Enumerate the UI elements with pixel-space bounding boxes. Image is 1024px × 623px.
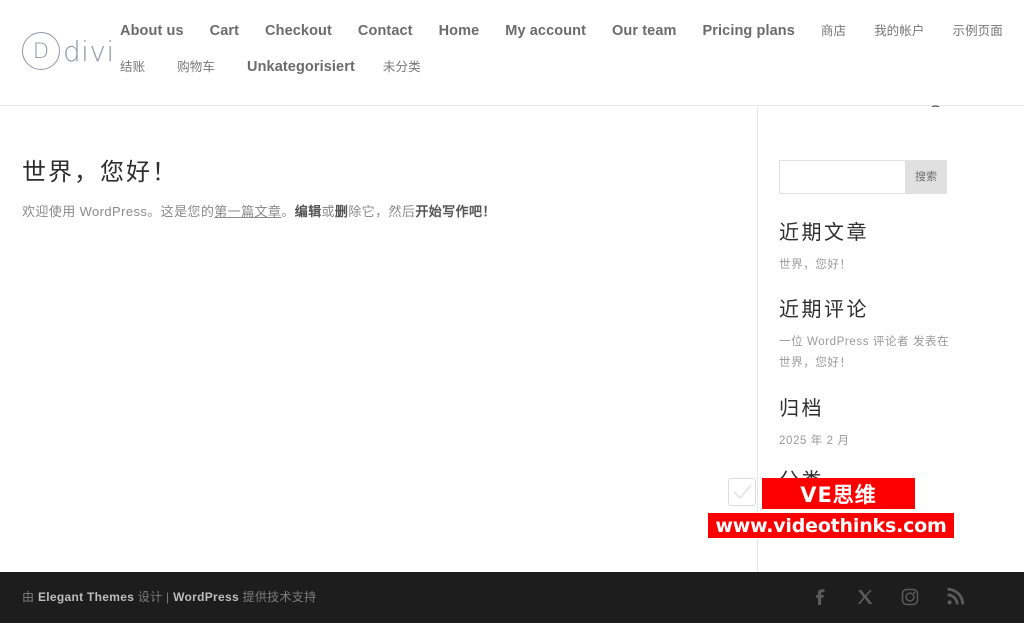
page-root: D divi About us Cart Checkout Contact Ho… xyxy=(0,0,1024,623)
divi-logo-mark: D xyxy=(22,32,60,70)
watermark-badge: VE思维 xyxy=(762,478,915,509)
post-excerpt: 欢迎使用 WordPress。这是您的第一篇文章。编辑或删除它，然后开始写作吧！ xyxy=(22,201,722,223)
footer-credit-mid: 设计 | xyxy=(134,590,174,604)
recent-comment-post[interactable]: 世界，您好！ xyxy=(779,353,994,374)
footer-social-links xyxy=(809,586,966,608)
excerpt-seg-2: 第一篇文章 xyxy=(214,204,282,219)
footer-credit-prefix: 由 xyxy=(22,590,38,604)
nav-row-1: About us Cart Checkout Contact Home My a… xyxy=(120,20,1003,39)
footer-credit: 由 Elegant Themes 设计 | WordPress 提供技术支持 xyxy=(22,588,316,605)
divi-logo-text: divi xyxy=(63,34,115,68)
nav-item-checkout[interactable]: Checkout xyxy=(265,23,332,39)
widget-archives: 归档 2025 年 2 月 xyxy=(779,392,994,452)
post-title[interactable]: 世界，您好！ xyxy=(22,152,722,187)
nav-item-pricing-plans[interactable]: Pricing plans xyxy=(703,23,795,39)
footer-credit-suffix: 提供技术支持 xyxy=(238,590,317,604)
nav-item-checkout-cn[interactable]: 结账 xyxy=(120,56,145,75)
footer-brand-wordpress[interactable]: WordPress xyxy=(173,590,239,604)
x-twitter-icon[interactable] xyxy=(854,586,876,608)
nav-item-sample-page-cn[interactable]: 示例页面 xyxy=(952,20,1002,39)
blog-post: 世界，您好！ 欢迎使用 WordPress。这是您的第一篇文章。编辑或删除它，然… xyxy=(22,152,722,223)
recent-comment-author[interactable]: 一位 WordPress 评论者 发表在 xyxy=(779,332,994,353)
excerpt-seg-7: 除它，然后 xyxy=(348,204,416,219)
search-submit-button[interactable]: 搜索 xyxy=(905,160,947,194)
search-input[interactable] xyxy=(779,160,905,194)
widget-title-recent-posts: 近期文章 xyxy=(779,220,869,244)
excerpt-seg-delete[interactable]: 删 xyxy=(335,204,348,219)
widget-title-archives: 归档 xyxy=(779,396,824,420)
site-footer: 由 Elegant Themes 设计 | WordPress 提供技术支持 xyxy=(0,572,1024,623)
nav-item-shop-cn[interactable]: 商店 xyxy=(821,20,846,39)
recent-post-link[interactable]: 世界，您好！ xyxy=(779,255,994,276)
facebook-icon[interactable] xyxy=(809,586,831,608)
excerpt-seg-edit[interactable]: 编辑 xyxy=(295,204,322,219)
primary-navigation: About us Cart Checkout Contact Home My a… xyxy=(120,20,1003,75)
main-content-column: 世界，您好！ 欢迎使用 WordPress。这是您的第一篇文章。编辑或删除它，然… xyxy=(0,107,757,572)
nav-item-cart-cn[interactable]: 购物车 xyxy=(177,56,215,75)
widget-recent-comments: 近期评论 一位 WordPress 评论者 发表在 世界，您好！ xyxy=(779,293,994,375)
nav-item-my-account[interactable]: My account xyxy=(505,23,586,39)
watermark-url: www.videothinks.com xyxy=(708,513,954,538)
nav-row-2: 结账 购物车 Unkategorisiert 未分类 xyxy=(120,56,930,75)
widget-title-recent-comments: 近期评论 xyxy=(779,297,869,321)
footer-brand-elegant-themes[interactable]: Elegant Themes xyxy=(38,590,134,604)
site-logo[interactable]: D divi xyxy=(22,32,115,70)
excerpt-seg-3: 。 xyxy=(281,204,295,219)
rss-icon[interactable] xyxy=(944,586,966,608)
nav-item-cart[interactable]: Cart xyxy=(210,23,239,39)
instagram-icon[interactable] xyxy=(899,586,921,608)
excerpt-seg-5: 或 xyxy=(321,204,335,219)
widget-recent-posts: 近期文章 世界，您好！ xyxy=(779,216,994,276)
excerpt-seg-1: 欢迎使用 WordPress。这是您的 xyxy=(22,204,215,219)
nav-item-home[interactable]: Home xyxy=(439,23,480,39)
nav-item-uncategorized-cn[interactable]: 未分类 xyxy=(383,56,421,75)
watermark-checkbox-graphic xyxy=(728,478,756,506)
nav-item-my-account-cn[interactable]: 我的帐户 xyxy=(874,20,924,39)
nav-item-our-team[interactable]: Our team xyxy=(612,23,676,39)
nav-item-about-us[interactable]: About us xyxy=(120,23,184,39)
archive-month-link[interactable]: 2025 年 2 月 xyxy=(779,431,994,452)
nav-item-contact[interactable]: Contact xyxy=(358,23,413,39)
nav-item-unkategorisiert[interactable]: Unkategorisiert xyxy=(247,59,355,75)
excerpt-seg-start-writing: 开始写作吧！ xyxy=(415,204,496,219)
sidebar-search-form: 搜索 xyxy=(779,160,947,194)
site-header: D divi About us Cart Checkout Contact Ho… xyxy=(0,0,1024,122)
